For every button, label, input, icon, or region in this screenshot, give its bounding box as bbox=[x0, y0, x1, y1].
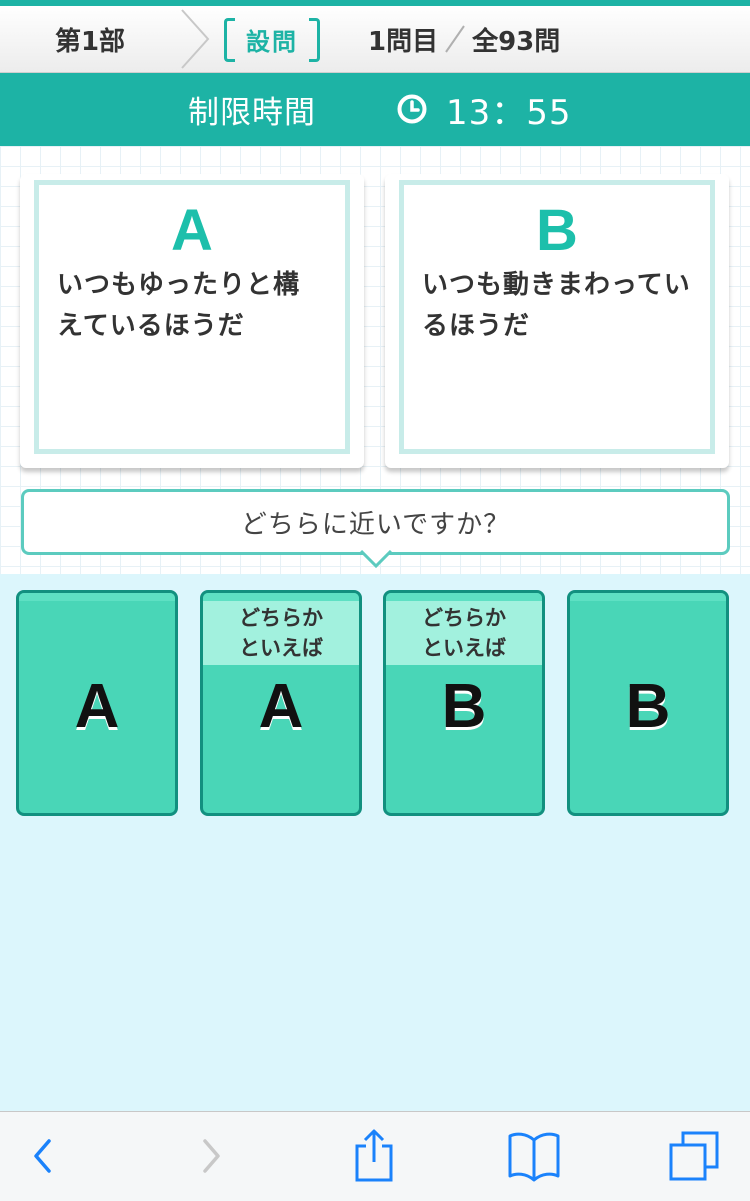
answer-letter: A bbox=[74, 672, 120, 741]
part-label: 第1部 bbox=[54, 26, 126, 57]
answer-qualifier: どちらか といえば bbox=[386, 601, 542, 665]
answer-highlight bbox=[203, 593, 359, 601]
section-tag-label: 設問 bbox=[246, 27, 298, 56]
answer-somewhat-b-button[interactable]: どちらか といえば B bbox=[383, 590, 545, 816]
answer-somewhat-a-button[interactable]: どちらか といえば A bbox=[200, 590, 362, 816]
option-a-text: いつもゆったりと構えているほうだ bbox=[57, 270, 301, 341]
option-b-text: いつも動きまわっているほうだ bbox=[422, 270, 691, 341]
clock-icon bbox=[397, 94, 427, 124]
answer-a-button[interactable]: A bbox=[16, 590, 178, 816]
forward-icon bbox=[203, 1139, 220, 1173]
back-button[interactable] bbox=[14, 1126, 74, 1186]
question-prompt: どちらに近いですか？ bbox=[21, 489, 730, 555]
tabs-button[interactable] bbox=[664, 1126, 724, 1186]
option-a-letter: A bbox=[171, 198, 213, 263]
option-b-letter: B bbox=[536, 198, 578, 263]
bookmarks-button[interactable] bbox=[504, 1126, 564, 1186]
tag-bracket-right bbox=[309, 18, 320, 62]
answer-qualifier-text: どちらか といえば bbox=[422, 606, 506, 660]
time-limit-label: 制限時間 bbox=[188, 95, 316, 131]
time-remaining: 13：55 bbox=[446, 93, 572, 133]
share-button[interactable] bbox=[344, 1126, 404, 1186]
answer-highlight bbox=[19, 593, 175, 601]
answer-highlight bbox=[570, 593, 726, 601]
breadcrumb-chevron-icon bbox=[181, 9, 210, 69]
slash-divider-icon bbox=[445, 25, 465, 53]
answer-letter: A bbox=[258, 672, 304, 741]
question-total: 全93問 bbox=[472, 26, 561, 57]
answer-qualifier: どちらか といえば bbox=[203, 601, 359, 665]
share-icon bbox=[355, 1129, 393, 1182]
option-a-card: A いつもゆったりと構えているほうだ bbox=[20, 174, 364, 468]
breadcrumb-bar: 第1部 設問 1問目 全93問 bbox=[0, 6, 750, 73]
bookmarks-icon bbox=[508, 1132, 560, 1182]
tabs-icon bbox=[669, 1131, 719, 1181]
question-current: 1問目 bbox=[368, 26, 439, 57]
question-area: A いつもゆったりと構えているほうだ B いつも動きまわっているほうだ どちらに… bbox=[0, 146, 750, 574]
forward-button[interactable] bbox=[180, 1126, 240, 1186]
option-b-card: B いつも動きまわっているほうだ bbox=[385, 174, 729, 468]
tag-bracket-left bbox=[224, 18, 235, 62]
answer-letter: B bbox=[441, 672, 487, 741]
answer-b-button[interactable]: B bbox=[567, 590, 729, 816]
browser-toolbar bbox=[0, 1111, 750, 1201]
speech-bubble-tail bbox=[360, 550, 392, 569]
option-b-frame: B いつも動きまわっているほうだ bbox=[399, 180, 715, 454]
answer-qualifier-text: どちらか といえば bbox=[239, 606, 323, 660]
answer-letter: B bbox=[625, 672, 671, 741]
section-tag: 設問 bbox=[224, 18, 320, 62]
question-counter: 1問目 全93問 bbox=[368, 6, 560, 72]
time-limit-bar: 制限時間 13：55 bbox=[0, 73, 750, 146]
back-icon bbox=[34, 1139, 51, 1173]
answer-highlight bbox=[386, 593, 542, 601]
option-a-frame: A いつもゆったりと構えているほうだ bbox=[34, 180, 350, 454]
